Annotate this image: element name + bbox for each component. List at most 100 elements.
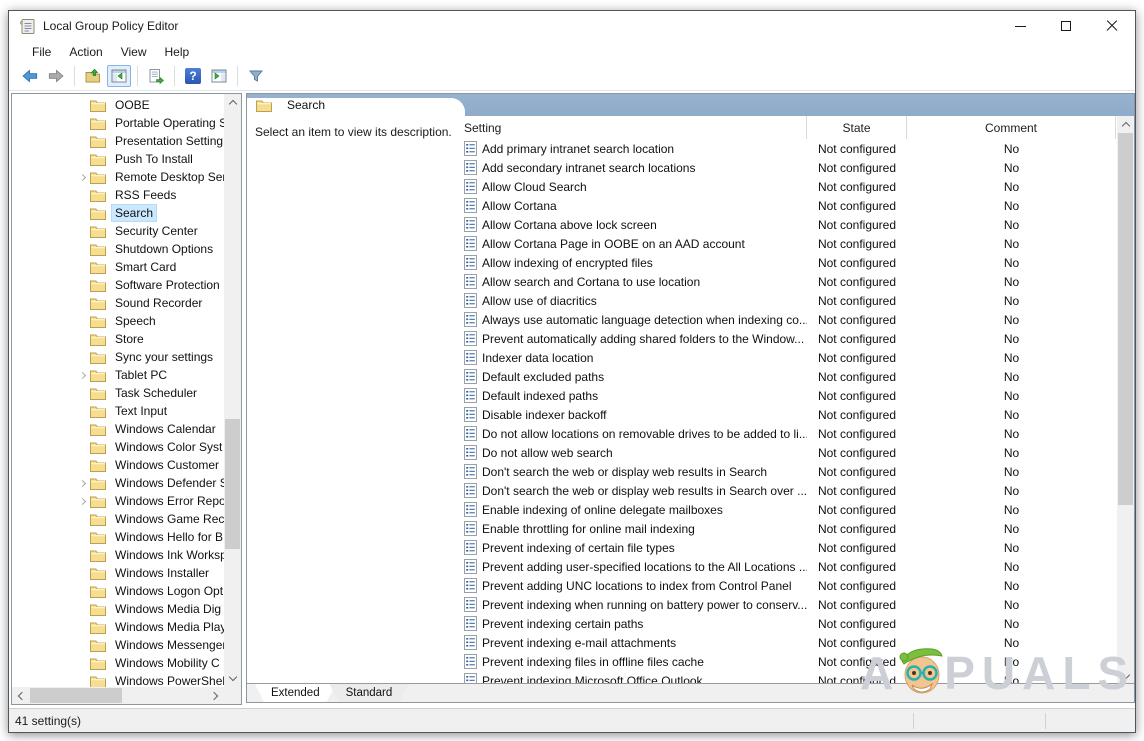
tree-item-windows-game-rec[interactable]: Windows Game Rec [12,510,224,528]
tree-horizontal-scrollbar[interactable] [12,687,224,704]
menu-view[interactable]: View [112,43,156,61]
setting-row-disable-indexer-backoff[interactable]: Disable indexer backoff Not configured N… [457,405,1116,424]
scroll-up-button[interactable] [224,94,241,111]
expand-chevron-icon[interactable] [74,265,90,270]
tree-item-windows-ink-worksp[interactable]: Windows Ink Worksp [12,546,224,564]
tree-item-push-to-install[interactable]: Push To Install [12,150,224,168]
setting-row-don-t-search-the-web-or-display-web-resu[interactable]: Don't search the web or display web resu… [457,462,1116,481]
tree-item-sync-your-settings[interactable]: Sync your settings [12,348,224,366]
scroll-left-button[interactable] [12,687,29,704]
tree-item-sound-recorder[interactable]: Sound Recorder [12,294,224,312]
setting-row-don-t-search-the-web-or-display-web-resu[interactable]: Don't search the web or display web resu… [457,481,1116,500]
expand-chevron-icon[interactable] [74,175,90,180]
tree-item-windows-error-repo[interactable]: Windows Error Repo [12,492,224,510]
expand-chevron-icon[interactable] [74,427,90,432]
menu-file[interactable]: File [23,43,60,61]
tree-item-windows-color-syst[interactable]: Windows Color Syst [12,438,224,456]
back-button[interactable] [18,65,42,87]
tree-item-presentation-setting[interactable]: Presentation Setting [12,132,224,150]
tree-item-shutdown-options[interactable]: Shutdown Options [12,240,224,258]
expand-chevron-icon[interactable] [74,517,90,522]
tree-item-remote-desktop-ser[interactable]: Remote Desktop Ser [12,168,224,186]
setting-row-prevent-indexing-of-certain-file-types[interactable]: Prevent indexing of certain file types N… [457,538,1116,557]
tab-extended[interactable]: Extended [255,684,336,702]
tree-item-windows-messenger[interactable]: Windows Messenger [12,636,224,654]
setting-row-allow-cloud-search[interactable]: Allow Cloud Search Not configured No [457,177,1116,196]
expand-chevron-icon[interactable] [74,391,90,396]
setting-row-default-excluded-paths[interactable]: Default excluded paths Not configured No [457,367,1116,386]
expand-chevron-icon[interactable] [74,139,90,144]
column-header-state[interactable]: State [807,116,907,139]
expand-chevron-icon[interactable] [74,589,90,594]
setting-row-default-indexed-paths[interactable]: Default indexed paths Not configured No [457,386,1116,405]
tree-item-rss-feeds[interactable]: RSS Feeds [12,186,224,204]
tree-item-windows-media-dig[interactable]: Windows Media Dig [12,600,224,618]
setting-row-allow-use-of-diacritics[interactable]: Allow use of diacritics Not configured N… [457,291,1116,310]
expand-chevron-icon[interactable] [74,283,90,288]
tree-item-oobe[interactable]: OOBE [12,96,224,114]
expand-chevron-icon[interactable] [74,211,90,216]
tree-item-windows-customer[interactable]: Windows Customer [12,456,224,474]
help-button[interactable]: ? [181,65,205,87]
setting-row-allow-search-and-cortana-to-use-location[interactable]: Allow search and Cortana to use location… [457,272,1116,291]
expand-chevron-icon[interactable] [74,571,90,576]
up-one-level-button[interactable] [81,65,105,87]
expand-chevron-icon[interactable] [74,553,90,558]
expand-chevron-icon[interactable] [74,337,90,342]
setting-row-enable-indexing-of-online-delegate-mailb[interactable]: Enable indexing of online delegate mailb… [457,500,1116,519]
tree-item-smart-card[interactable]: Smart Card [12,258,224,276]
tree-item-security-center[interactable]: Security Center [12,222,224,240]
expand-chevron-icon[interactable] [74,445,90,450]
minimize-button[interactable] [997,11,1043,41]
scroll-up-button[interactable] [1117,116,1134,133]
tree-item-speech[interactable]: Speech [12,312,224,330]
expand-chevron-icon[interactable] [74,373,90,378]
expand-chevron-icon[interactable] [74,481,90,486]
tree-vertical-scrollbar[interactable] [224,94,241,687]
scrollbar-thumb[interactable] [30,688,122,703]
setting-row-do-not-allow-web-search[interactable]: Do not allow web search Not configured N… [457,443,1116,462]
scroll-down-button[interactable] [224,670,241,687]
expand-chevron-icon[interactable] [74,463,90,468]
tree-item-windows-installer[interactable]: Windows Installer [12,564,224,582]
tree-item-windows-media-play[interactable]: Windows Media Play [12,618,224,636]
expand-chevron-icon[interactable] [74,121,90,126]
column-header-comment[interactable]: Comment [907,116,1116,139]
expand-chevron-icon[interactable] [74,409,90,414]
tree-item-windows-logon-opt[interactable]: Windows Logon Opt [12,582,224,600]
expand-chevron-icon[interactable] [74,319,90,324]
maximize-button[interactable] [1043,11,1089,41]
tree-item-tablet-pc[interactable]: Tablet PC [12,366,224,384]
filter-button[interactable] [244,65,268,87]
expand-chevron-icon[interactable] [74,607,90,612]
tree-item-software-protection[interactable]: Software Protection [12,276,224,294]
tree-item-text-input[interactable]: Text Input [12,402,224,420]
setting-row-prevent-automatically-adding-shared-fold[interactable]: Prevent automatically adding shared fold… [457,329,1116,348]
setting-row-indexer-data-location[interactable]: Indexer data location Not configured No [457,348,1116,367]
setting-row-enable-throttling-for-online-mail-indexi[interactable]: Enable throttling for online mail indexi… [457,519,1116,538]
scroll-right-button[interactable] [207,687,224,704]
expand-chevron-icon[interactable] [74,157,90,162]
expand-chevron-icon[interactable] [74,679,90,684]
list-vertical-scrollbar[interactable] [1117,116,1134,685]
tree-item-windows-powershel[interactable]: Windows PowerShel [12,672,224,687]
setting-row-allow-cortana-above-lock-screen[interactable]: Allow Cortana above lock screen Not conf… [457,215,1116,234]
tree-item-store[interactable]: Store [12,330,224,348]
expand-chevron-icon[interactable] [74,643,90,648]
menu-help[interactable]: Help [156,43,199,61]
expand-chevron-icon[interactable] [74,229,90,234]
export-list-button[interactable] [144,65,168,87]
scrollbar-thumb[interactable] [225,419,240,549]
expand-chevron-icon[interactable] [74,193,90,198]
expand-chevron-icon[interactable] [74,535,90,540]
expand-chevron-icon[interactable] [74,661,90,666]
setting-row-prevent-indexing-files-in-offline-files-[interactable]: Prevent indexing files in offline files … [457,652,1116,671]
tree-item-task-scheduler[interactable]: Task Scheduler [12,384,224,402]
show-action-pane-button[interactable] [207,65,231,87]
setting-row-add-primary-intranet-search-location[interactable]: Add primary intranet search location Not… [457,139,1116,158]
forward-button[interactable] [44,65,68,87]
tree-item-search[interactable]: Search [12,204,224,222]
expand-chevron-icon[interactable] [74,625,90,630]
tree-item-windows-calendar[interactable]: Windows Calendar [12,420,224,438]
expand-chevron-icon[interactable] [74,301,90,306]
